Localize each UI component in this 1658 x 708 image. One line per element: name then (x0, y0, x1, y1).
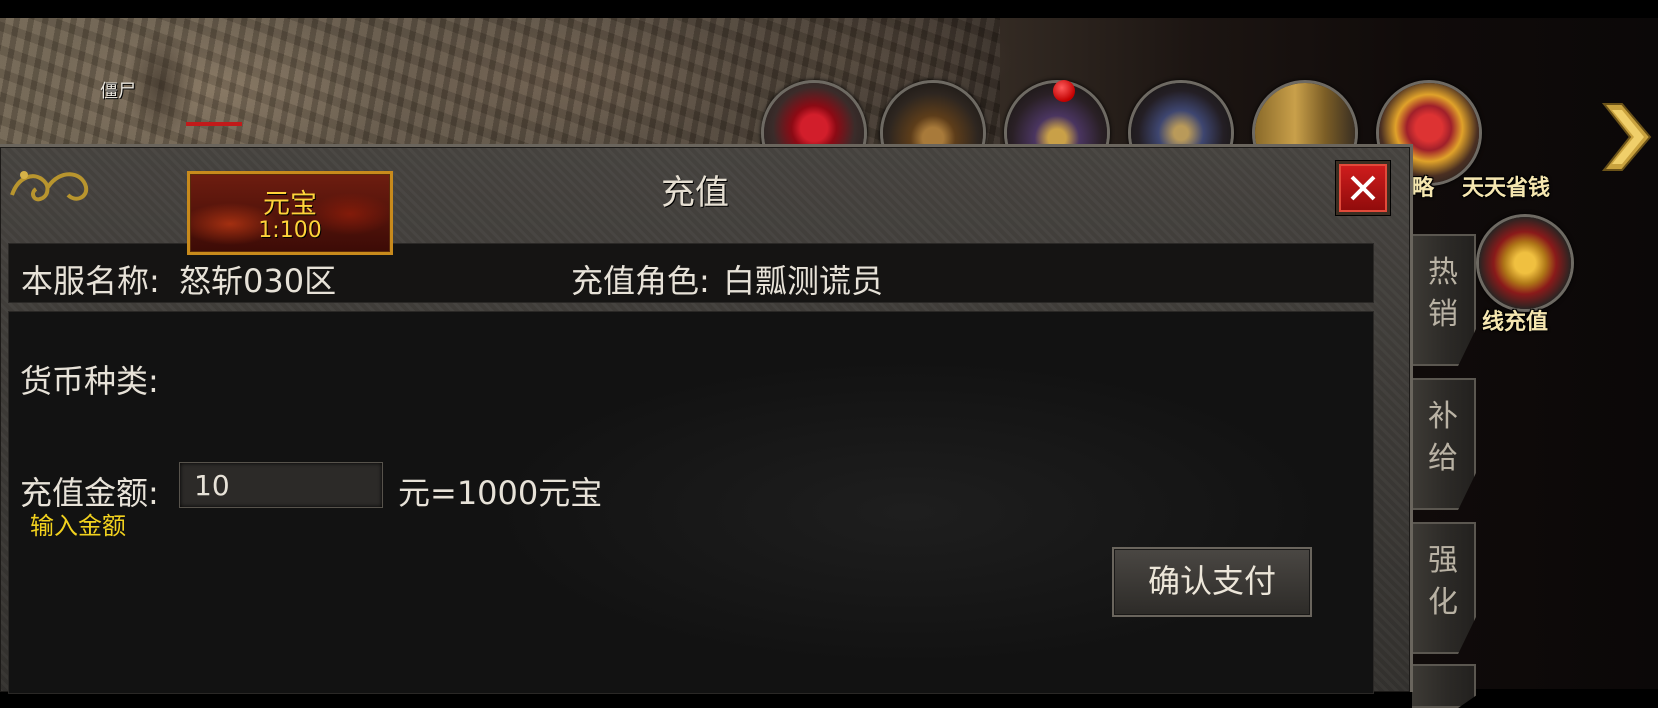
amount-input[interactable] (179, 462, 383, 508)
tab-enhance-label: 强 化 (1428, 543, 1458, 620)
chevron-right-icon[interactable] (1598, 100, 1656, 174)
gold-ingot-icon[interactable] (1476, 214, 1574, 312)
tab-hot-sale[interactable]: 热 销 (1412, 234, 1476, 366)
conversion-text: 元=1000元宝 (398, 474, 603, 512)
tab-partial[interactable] (1412, 664, 1476, 708)
close-icon (1350, 175, 1376, 201)
currency-yuanbao-button[interactable]: 元宝 1:100 (187, 171, 393, 255)
gift-box-icon-label: 天天省钱 (1462, 176, 1551, 201)
server-name-label: 本服名称: (21, 262, 160, 300)
tab-supply-label: 补 给 (1428, 399, 1458, 476)
monster-name: 僵尸 (100, 81, 136, 102)
strategy-icon-label: 略 (1412, 176, 1435, 201)
notification-dot (1053, 80, 1075, 102)
top-black-strip (0, 0, 1658, 18)
currency-type-label: 货币种类: (20, 362, 159, 400)
gold-ingot-icon-label: 线充值 (1482, 310, 1549, 335)
confirm-payment-button[interactable]: 确认支付 (1112, 547, 1312, 617)
tab-supply[interactable]: 补 给 (1412, 378, 1476, 510)
amount-hint: 输入金额 (30, 512, 126, 540)
server-name-value: 怒斩030区 (179, 262, 337, 300)
currency-rate: 1:100 (258, 218, 322, 243)
currency-name: 元宝 (263, 189, 317, 220)
close-button[interactable] (1336, 161, 1390, 215)
tab-hot-sale-label: 热 销 (1428, 255, 1458, 332)
role-label: 充值角色: (571, 262, 710, 300)
monster-hp-bar (186, 122, 242, 126)
role-value: 白瓢测谎员 (723, 262, 884, 300)
tab-enhance[interactable]: 强 化 (1412, 522, 1476, 654)
